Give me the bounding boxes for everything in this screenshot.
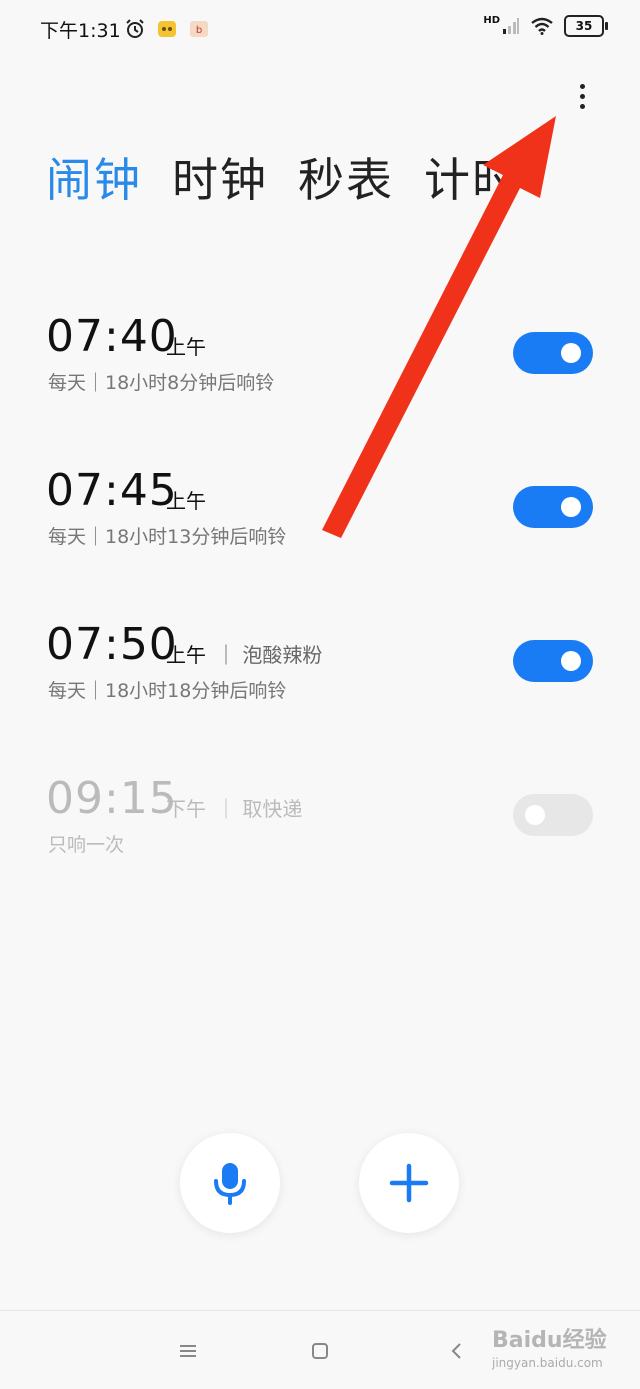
tab-timer[interactable]: 计时: [424, 150, 520, 210]
alarm-item[interactable]: 07:50 上午 ｜ 泡酸辣粉 每天｜18小时18分钟后响铃: [0, 620, 640, 740]
battery-level: 35: [575, 19, 593, 33]
watermark: Baidu经验 jingyan.baidu.com: [492, 1318, 612, 1380]
alarm-time: 09:15: [46, 773, 178, 824]
alarm-clock-icon: [126, 19, 144, 38]
status-time: 下午1:31: [40, 20, 121, 42]
svg-text:b: b: [196, 25, 202, 36]
back-nav-button[interactable]: [442, 1337, 470, 1365]
wifi-icon: [531, 17, 553, 35]
alarm-repeat-info: 每天｜18小时13分钟后响铃: [48, 526, 287, 548]
alarm-label: ｜ 泡酸辣粉: [216, 643, 323, 667]
add-alarm-button[interactable]: [359, 1133, 459, 1233]
home-nav-button[interactable]: [306, 1337, 334, 1365]
microphone-icon: [214, 1163, 246, 1205]
tab-bar: 闹钟 时钟 秒表 计时: [46, 150, 520, 210]
tab-clock[interactable]: 时钟: [172, 150, 268, 210]
alarm-time: 07:40: [46, 311, 178, 362]
app-notification-icon: [158, 21, 176, 37]
watermark-brand: Baidu经验: [492, 1328, 607, 1353]
menu-icon: [180, 1345, 196, 1357]
signal-icon: [503, 18, 519, 34]
app-notification-icon: b: [190, 21, 208, 37]
more-options-icon[interactable]: [566, 78, 598, 114]
battery-indicator: 35: [564, 15, 608, 37]
alarm-item[interactable]: 09:15 下午 ｜ 取快递 只响一次: [0, 774, 640, 894]
alarm-item[interactable]: 07:40 上午 每天｜18小时8分钟后响铃: [0, 312, 640, 432]
alarm-item[interactable]: 07:45 上午 每天｜18小时13分钟后响铃: [0, 466, 640, 586]
alarm-ampm: 下午: [166, 797, 206, 821]
alarm-label: ｜ 取快递: [216, 797, 303, 821]
alarm-toggle[interactable]: [513, 794, 593, 836]
menu-nav-button[interactable]: [174, 1337, 202, 1365]
alarm-repeat-info: 每天｜18小时18分钟后响铃: [48, 680, 287, 702]
alarm-toggle[interactable]: [513, 332, 593, 374]
alarm-ampm: 上午: [166, 335, 206, 359]
alarm-ampm: 上午: [166, 643, 206, 667]
back-chevron-icon: [451, 1343, 461, 1359]
alarm-toggle[interactable]: [513, 640, 593, 682]
network-type-label: HD: [483, 14, 500, 26]
tab-alarm[interactable]: 闹钟: [46, 150, 142, 210]
home-square-icon: [312, 1343, 328, 1359]
alarm-repeat-info: 每天｜18小时8分钟后响铃: [48, 372, 275, 394]
plus-icon: [389, 1163, 429, 1203]
tab-stopwatch[interactable]: 秒表: [298, 150, 394, 210]
alarm-repeat-info: 只响一次: [48, 834, 125, 856]
status-bar: 下午1:31 b HD 35: [0, 0, 640, 60]
alarm-toggle[interactable]: [513, 486, 593, 528]
alarm-time: 07:50: [46, 619, 178, 670]
voice-alarm-button[interactable]: [180, 1133, 280, 1233]
alarm-ampm: 上午: [166, 489, 206, 513]
alarm-time: 07:45: [46, 465, 178, 516]
watermark-url: jingyan.baidu.com: [492, 1356, 603, 1370]
